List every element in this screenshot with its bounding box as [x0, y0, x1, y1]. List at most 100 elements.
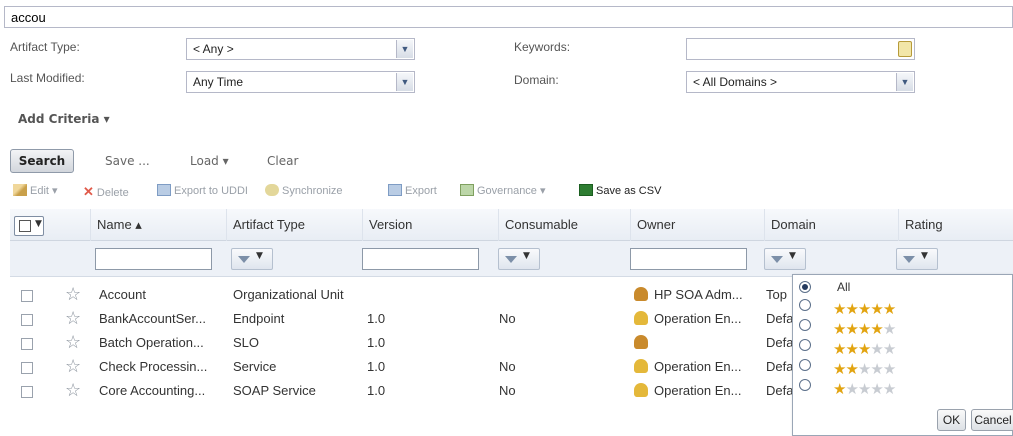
excel-icon: [579, 184, 593, 196]
keyword-picker-icon[interactable]: [898, 41, 912, 57]
funnel-icon: [238, 256, 250, 263]
cell-consumable: [499, 331, 619, 355]
favorite-star-icon[interactable]: ☆: [65, 355, 81, 379]
cell-name[interactable]: Core Accounting...: [99, 379, 229, 403]
favorite-star-icon[interactable]: ☆: [65, 283, 81, 307]
rating-1-radio[interactable]: [799, 379, 811, 391]
row-checkbox[interactable]: [21, 338, 33, 350]
search-button[interactable]: Search: [10, 149, 74, 173]
artifact-type-select[interactable]: < Any > ▼: [186, 38, 415, 60]
rating-filter-dropdown[interactable]: ▼: [896, 248, 938, 270]
rating-2-radio[interactable]: [799, 359, 811, 371]
owner-name: HP SOA Adm...: [654, 287, 743, 302]
export-button[interactable]: Export: [388, 184, 437, 197]
cell-owner: [634, 331, 762, 355]
table-row[interactable]: ☆ Core Accounting... SOAP Service 1.0 No Oper…: [10, 379, 792, 403]
last-modified-label: Last Modified:: [10, 71, 85, 85]
artifact-type-filter-dropdown[interactable]: ▼: [231, 248, 273, 270]
table-row[interactable]: ☆ Check Processin... Service 1.0 No Operation…: [10, 355, 792, 379]
export-icon: [157, 184, 171, 196]
cell-artifact-type: SOAP Service: [233, 383, 316, 398]
governance-icon: [460, 184, 474, 196]
chevron-down-icon[interactable]: ▼: [396, 40, 413, 58]
user-icon: [634, 359, 648, 373]
row-checkbox[interactable]: [21, 362, 33, 374]
chevron-down-icon[interactable]: ▼: [396, 73, 413, 91]
row-checkbox[interactable]: [21, 314, 33, 326]
domain-filter-dropdown[interactable]: ▼: [764, 248, 806, 270]
cell-domain: Defa: [766, 383, 792, 398]
funnel-icon: [903, 256, 915, 263]
consumable-filter-dropdown[interactable]: ▼: [498, 248, 540, 270]
synchronize-button[interactable]: Synchronize: [265, 184, 343, 197]
user-icon: [634, 287, 648, 301]
rating-all-radio[interactable]: [799, 281, 811, 293]
col-artifact-type[interactable]: Artifact Type: [226, 209, 362, 241]
grid-header: ▼ Name ▴ Artifact Type Version Consumabl…: [10, 209, 1013, 241]
edit-button[interactable]: Edit ▾: [13, 184, 58, 197]
table-row[interactable]: ☆ Batch Operation... SLO 1.0 Defa: [10, 331, 792, 355]
select-all-checkbox[interactable]: ▼: [14, 216, 44, 236]
domain-value: < All Domains >: [693, 75, 778, 89]
col-version[interactable]: Version: [362, 209, 498, 241]
save-csv-button[interactable]: Save as CSV: [579, 184, 661, 197]
artifact-type-label: Artifact Type:: [10, 40, 80, 54]
cell-name[interactable]: BankAccountSer...: [99, 307, 229, 331]
governance-button[interactable]: Governance ▾: [460, 184, 546, 197]
synchronize-label: Synchronize: [282, 185, 343, 197]
cell-version: 1.0: [367, 311, 386, 326]
favorite-star-icon[interactable]: ☆: [65, 307, 81, 331]
cell-owner: Operation En...: [634, 307, 762, 331]
keywords-field[interactable]: [686, 38, 915, 60]
rating-4-radio[interactable]: [799, 319, 811, 331]
name-filter-input[interactable]: [95, 248, 212, 270]
col-consumable[interactable]: Consumable: [498, 209, 630, 241]
cell-consumable: [499, 283, 619, 307]
export-uddi-label: Export to UDDI: [174, 185, 248, 197]
version-filter-input[interactable]: [362, 248, 479, 270]
row-checkbox[interactable]: [21, 290, 33, 302]
cell-name[interactable]: Batch Operation...: [99, 331, 229, 355]
rating-5-radio[interactable]: [799, 299, 811, 311]
save-link[interactable]: Save ...: [105, 154, 150, 168]
save-csv-label: Save as CSV: [596, 185, 662, 197]
favorite-star-icon[interactable]: ☆: [65, 379, 81, 403]
owner-filter-input[interactable]: [630, 248, 747, 270]
load-menu[interactable]: Load ▾: [190, 154, 229, 168]
search-input[interactable]: accou: [4, 6, 1013, 28]
favorite-star-icon[interactable]: ☆: [65, 331, 81, 355]
table-row[interactable]: ☆ Account Organizational Unit HP SOA Adm...…: [10, 283, 790, 307]
last-modified-value: Any Time: [193, 75, 244, 89]
rating-3-stars-icon: ★★★★★: [833, 340, 896, 358]
cell-name[interactable]: Check Processin...: [99, 355, 229, 379]
checkbox-icon: [19, 220, 31, 232]
owner-name: Operation En...: [654, 359, 742, 374]
user-icon: [634, 383, 648, 397]
chevron-down-icon: ▼: [35, 219, 42, 229]
delete-button[interactable]: ✕ Delete: [83, 184, 129, 200]
col-owner[interactable]: Owner: [630, 209, 764, 241]
cell-domain: Defa: [766, 335, 792, 350]
artifact-type-value: < Any >: [193, 42, 234, 56]
add-criteria-menu[interactable]: Add Criteria ▾: [18, 112, 110, 126]
domain-select[interactable]: < All Domains > ▼: [686, 71, 915, 93]
rating-3-radio[interactable]: [799, 339, 811, 351]
last-modified-select[interactable]: Any Time ▼: [186, 71, 415, 93]
cell-owner: Operation En...: [634, 379, 762, 403]
col-domain[interactable]: Domain: [764, 209, 898, 241]
chevron-down-icon[interactable]: ▼: [896, 73, 913, 91]
rating-filter-popup: All ★★★★★ ★★★★★ ★★★★★ ★★★★★ ★★★★★ OK Cancel: [792, 274, 1013, 436]
row-checkbox[interactable]: [21, 386, 33, 398]
cell-name[interactable]: Account: [99, 283, 229, 307]
col-name[interactable]: Name ▴: [90, 209, 226, 241]
table-row[interactable]: ☆ BankAccountSer... Endpoint 1.0 No Operation…: [10, 307, 792, 331]
clear-link[interactable]: Clear: [267, 154, 298, 168]
export-uddi-button[interactable]: Export to UDDI: [157, 184, 248, 197]
cancel-button[interactable]: Cancel: [971, 409, 1013, 431]
export-icon: [388, 184, 402, 196]
rating-1-stars-icon: ★★★★★: [833, 380, 896, 398]
funnel-icon: [771, 256, 783, 263]
col-rating[interactable]: Rating: [898, 209, 1013, 241]
funnel-icon: [505, 256, 517, 263]
ok-button[interactable]: OK: [937, 409, 966, 431]
